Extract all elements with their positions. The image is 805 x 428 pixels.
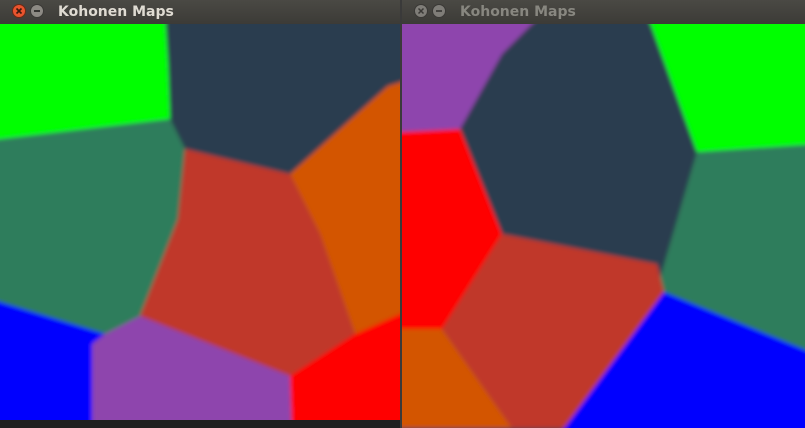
kohonen-window-right: Kohonen Maps xyxy=(402,0,805,428)
minimize-button[interactable] xyxy=(30,4,44,18)
close-button[interactable] xyxy=(12,4,26,18)
titlebar[interactable]: Kohonen Maps xyxy=(0,0,401,24)
kohonen-map-canvas xyxy=(0,24,401,428)
status-strip xyxy=(0,420,401,428)
map-region-green xyxy=(0,24,170,139)
close-icon xyxy=(12,4,26,18)
window-title: Kohonen Maps xyxy=(58,4,174,20)
close-button[interactable] xyxy=(414,4,428,18)
titlebar[interactable]: Kohonen Maps xyxy=(402,0,805,24)
close-icon xyxy=(414,4,428,18)
minimize-icon xyxy=(432,4,446,18)
kohonen-window-left: Kohonen Maps xyxy=(0,0,401,428)
minimize-button[interactable] xyxy=(432,4,446,18)
kohonen-map-canvas xyxy=(402,24,805,428)
window-title: Kohonen Maps xyxy=(460,4,576,20)
minimize-icon xyxy=(30,4,44,18)
